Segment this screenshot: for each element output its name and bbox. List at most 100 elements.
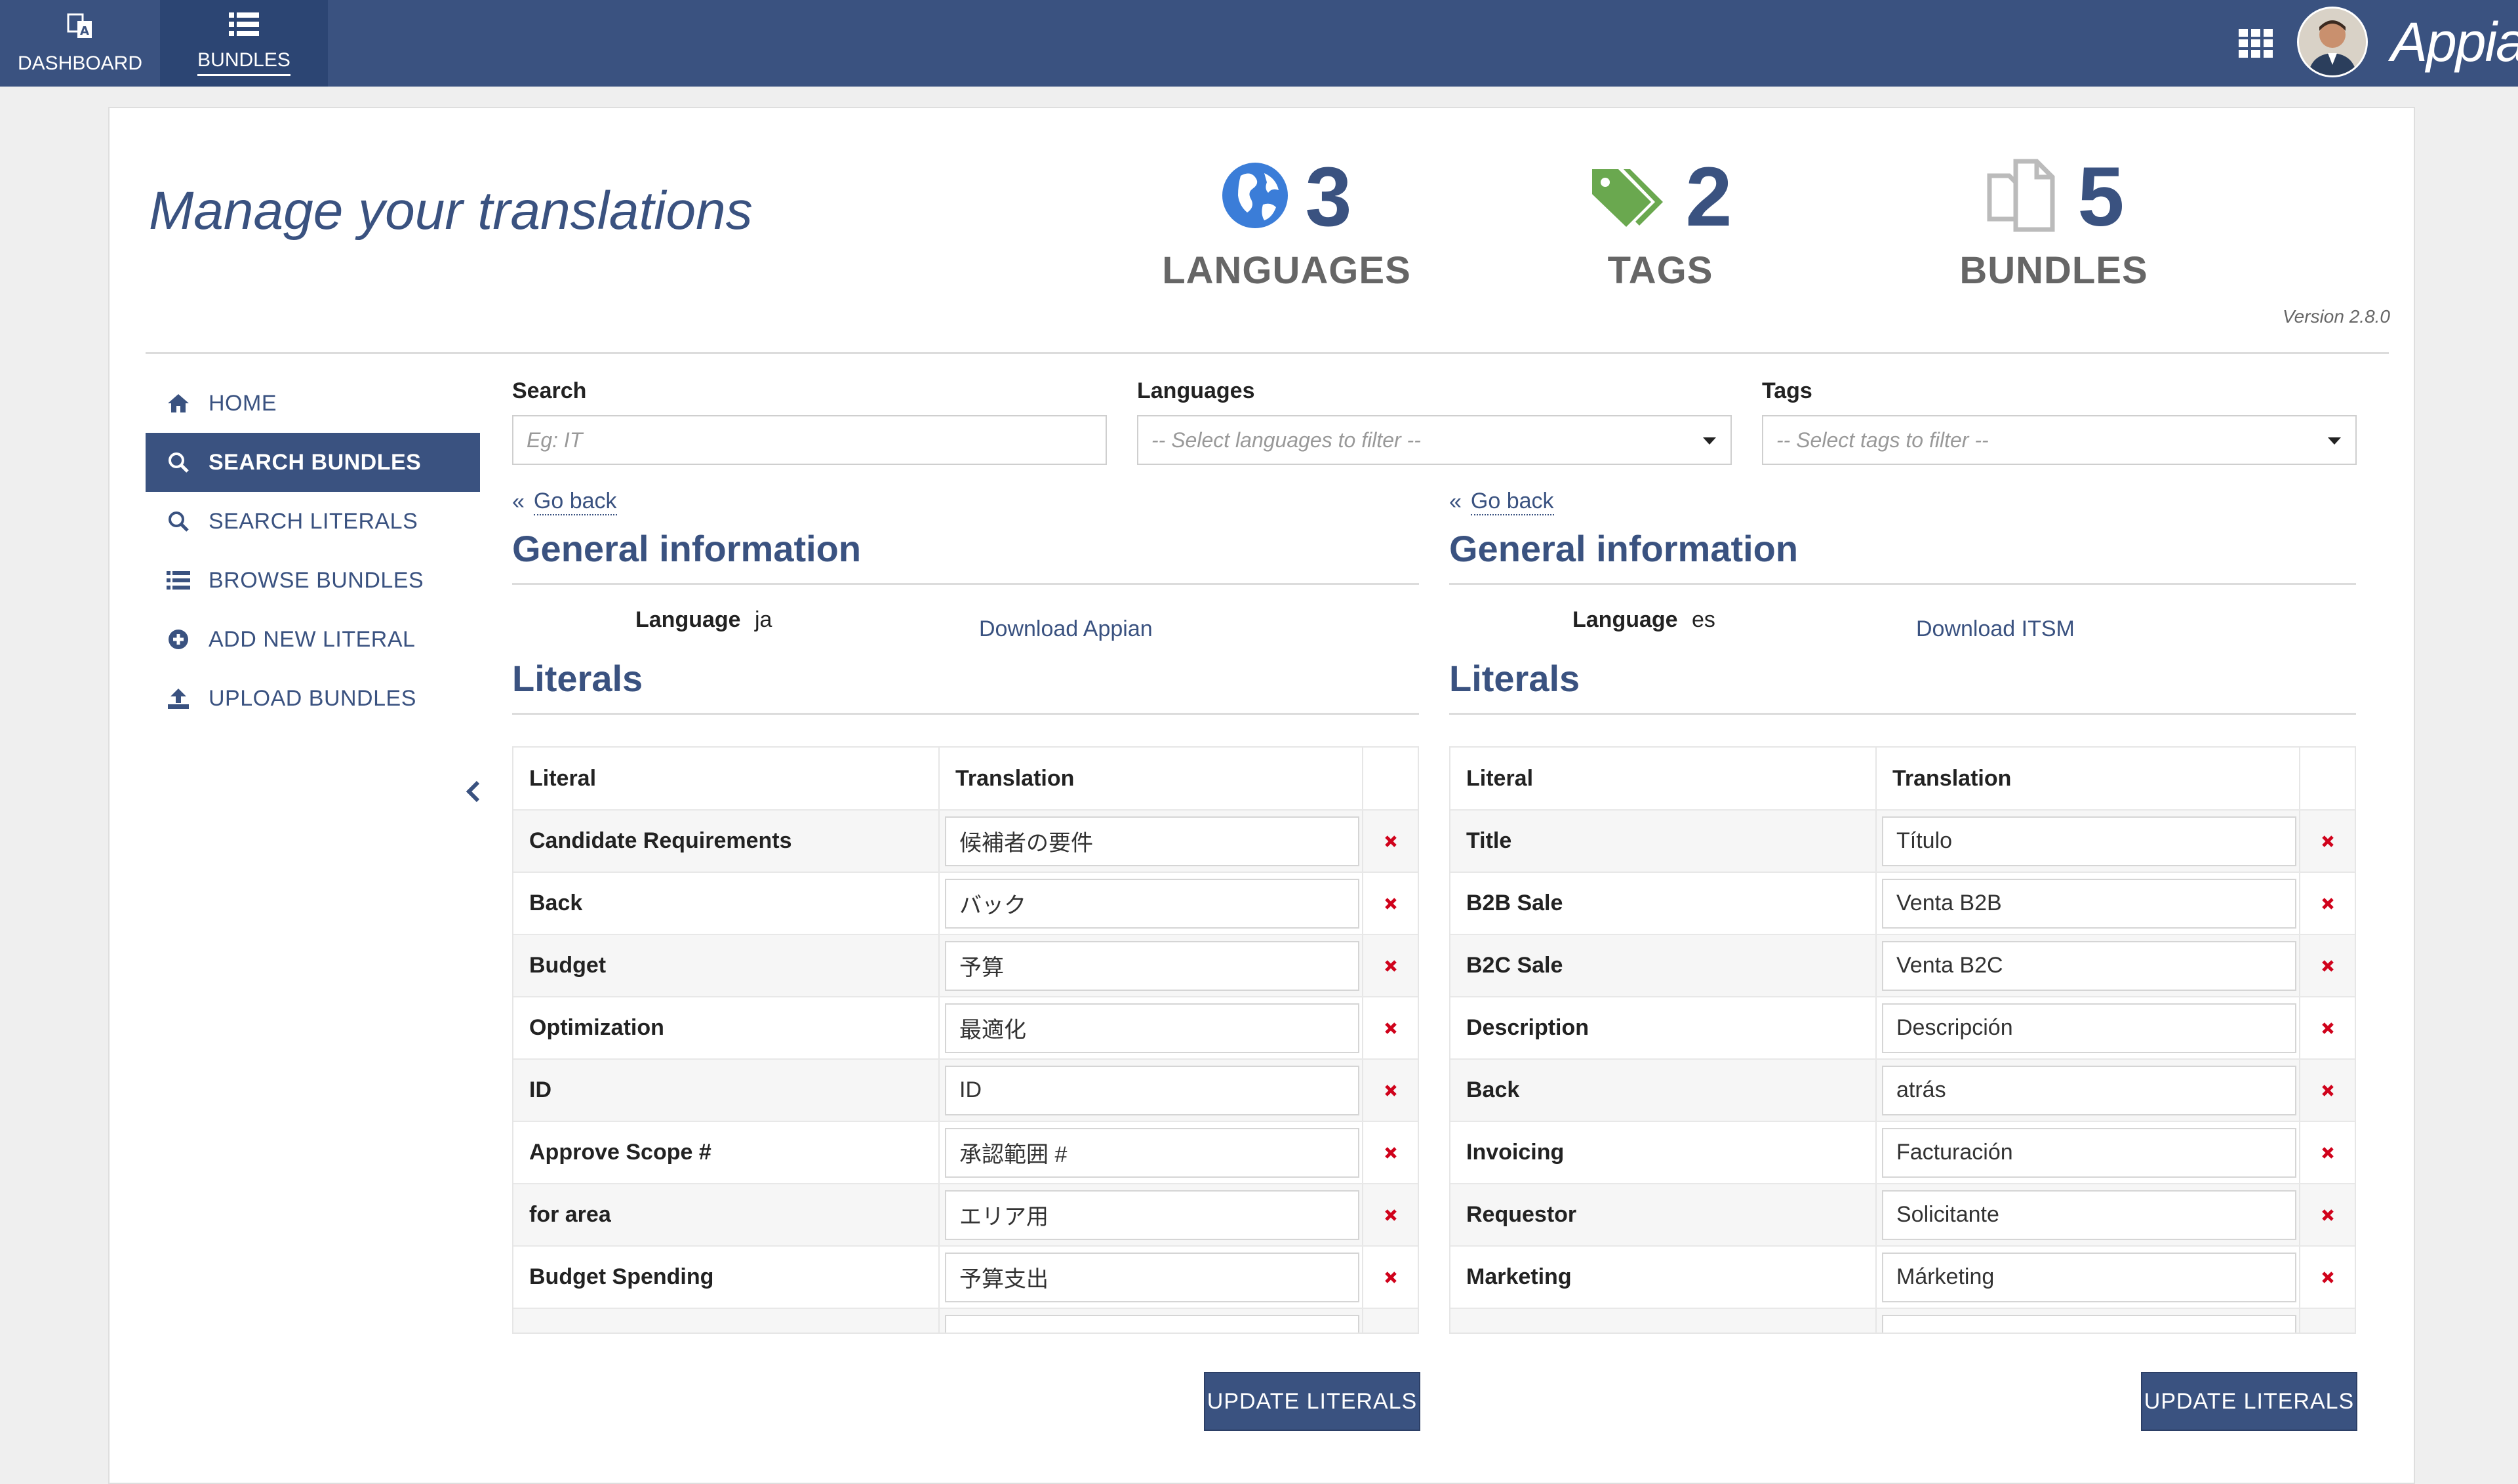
search-input[interactable]: Eg: IT bbox=[512, 415, 1107, 465]
stat-bundles: 5 BUNDLES bbox=[1939, 148, 2168, 292]
literal-key: Invoicing bbox=[1450, 1122, 1877, 1183]
bundle-panel-appian: « Go back General information Language j… bbox=[512, 489, 1419, 1334]
nav-dashboard[interactable]: A DASHBOARD bbox=[0, 0, 160, 87]
table-header: Literal Translation bbox=[513, 748, 1418, 811]
translation-value: Venta B2C bbox=[1896, 953, 2003, 978]
literal-key: B2B Sale bbox=[1450, 873, 1877, 934]
sidebar-item-add-new-literal[interactable]: ADD NEW LITERAL bbox=[146, 610, 480, 669]
table-row: Budget 予算 bbox=[513, 935, 1418, 997]
translation-input[interactable]: Descripción bbox=[1882, 1003, 2296, 1053]
literal-key: for area bbox=[513, 1184, 940, 1245]
update-literals-button[interactable]: UPDATE LITERALS bbox=[2141, 1372, 2357, 1431]
translation-input[interactable]: 承認範囲 # bbox=[945, 1127, 1359, 1178]
stat-tags-value: 2 bbox=[1685, 150, 1732, 244]
translation-input[interactable]: バック bbox=[945, 878, 1359, 929]
translation-input[interactable]: エリア用 bbox=[945, 1190, 1359, 1240]
delete-icon[interactable] bbox=[1363, 1122, 1418, 1183]
list-icon bbox=[165, 571, 191, 590]
delete-icon[interactable] bbox=[2300, 811, 2355, 872]
top-bar: A DASHBOARD BUNDLES Appian bbox=[0, 0, 2518, 87]
download-link[interactable]: Download Appian bbox=[979, 616, 1153, 642]
literals-title: Literals bbox=[1449, 658, 1580, 699]
search-icon bbox=[165, 510, 191, 532]
translation-input[interactable]: 候補者の要件 bbox=[945, 816, 1359, 866]
table-row: Approve Scope # 承認範囲 # bbox=[513, 1122, 1418, 1184]
table-row: Description Descripción bbox=[1450, 997, 2355, 1060]
languages-select[interactable]: -- Select languages to filter -- bbox=[1137, 415, 1732, 465]
table-row: Back atrás bbox=[1450, 1060, 2355, 1122]
stat-tags-label: TAGS bbox=[1607, 249, 1713, 292]
stat-languages-value: 3 bbox=[1305, 150, 1352, 244]
go-back-label: Go back bbox=[1470, 489, 1554, 515]
avatar[interactable] bbox=[2297, 7, 2368, 77]
delete-icon[interactable] bbox=[2300, 997, 2355, 1058]
translation-input[interactable]: Título bbox=[1882, 816, 2296, 866]
col-actions-header bbox=[2300, 748, 2355, 809]
table-row: Requestor Solicitante bbox=[1450, 1184, 2355, 1247]
sidebar-item-search-literals[interactable]: SEARCH LITERALS bbox=[146, 492, 480, 551]
translation-input[interactable]: atrás bbox=[1882, 1065, 2296, 1115]
globe-icon bbox=[1221, 161, 1289, 233]
grid-icon[interactable] bbox=[2239, 29, 2273, 58]
translation-input[interactable]: 予算 bbox=[945, 940, 1359, 991]
translation-value: 最適化 bbox=[959, 1018, 1026, 1043]
language-label: Language bbox=[635, 607, 741, 632]
nav-bundles[interactable]: BUNDLES bbox=[160, 0, 328, 87]
sidebar-item-search-bundles[interactable]: SEARCH BUNDLES bbox=[146, 433, 480, 492]
translation-input[interactable]: Facturación bbox=[1882, 1127, 2296, 1178]
translation-value: 候補者の要件 bbox=[959, 831, 1093, 856]
download-link[interactable]: Download ITSM bbox=[1916, 616, 2075, 642]
table-row: Title Título bbox=[1450, 811, 2355, 873]
collapse-chevron-icon[interactable] bbox=[464, 778, 483, 805]
delete-icon[interactable] bbox=[2300, 1122, 2355, 1183]
tags-select[interactable]: -- Select tags to filter -- bbox=[1762, 415, 2357, 465]
go-back-link[interactable]: « Go back bbox=[1449, 489, 2356, 515]
delete-icon[interactable] bbox=[1363, 935, 1418, 996]
translation-input[interactable]: Venta B2C bbox=[1882, 940, 2296, 991]
translation-input[interactable]: Solicitante bbox=[1882, 1190, 2296, 1240]
sidebar-item-upload-bundles[interactable]: UPLOAD BUNDLES bbox=[146, 669, 480, 728]
page-title: Manage your translations bbox=[149, 181, 753, 241]
delete-icon[interactable] bbox=[1363, 1247, 1418, 1308]
divider bbox=[146, 352, 2389, 354]
delete-icon[interactable] bbox=[1363, 811, 1418, 872]
general-information-title: General information bbox=[512, 528, 862, 569]
table-row-partial bbox=[1450, 1309, 2355, 1333]
delete-icon[interactable] bbox=[2300, 1184, 2355, 1245]
literal-key: Back bbox=[1450, 1060, 1877, 1121]
translation-input[interactable] bbox=[1882, 1314, 2296, 1333]
translation-input[interactable] bbox=[945, 1314, 1359, 1333]
delete-icon[interactable] bbox=[2300, 1060, 2355, 1121]
literals-table: Literal Translation Title Título B2B Sale… bbox=[1449, 746, 2356, 1334]
divider bbox=[1449, 713, 2356, 715]
literal-key: Approve Scope # bbox=[513, 1122, 940, 1183]
delete-icon[interactable] bbox=[1363, 997, 1418, 1058]
update-literals-button[interactable]: UPDATE LITERALS bbox=[1204, 1372, 1420, 1431]
sidebar-item-browse-bundles[interactable]: BROWSE BUNDLES bbox=[146, 551, 480, 610]
table-row: Optimization 最適化 bbox=[513, 997, 1418, 1060]
double-chevron-left-icon: « bbox=[1449, 489, 1462, 514]
delete-icon[interactable] bbox=[2300, 1247, 2355, 1308]
delete-icon[interactable] bbox=[1363, 873, 1418, 934]
literal-key: Budget bbox=[513, 935, 940, 996]
delete-icon[interactable] bbox=[2300, 935, 2355, 996]
brand-logo: Appian bbox=[2391, 11, 2518, 73]
translation-value: Descripción bbox=[1896, 1015, 2013, 1040]
translation-input[interactable]: ID bbox=[945, 1065, 1359, 1115]
delete-icon[interactable] bbox=[2300, 873, 2355, 934]
svg-text:A: A bbox=[80, 24, 89, 38]
table-row: Invoicing Facturación bbox=[1450, 1122, 2355, 1184]
translation-input[interactable]: 予算支出 bbox=[945, 1252, 1359, 1302]
translation-input[interactable]: Venta B2B bbox=[1882, 878, 2296, 929]
go-back-label: Go back bbox=[533, 489, 617, 515]
translation-value: 承認範囲 # bbox=[959, 1142, 1068, 1167]
sidebar-item-home[interactable]: HOME bbox=[146, 374, 480, 433]
table-row: Marketing Márketing bbox=[1450, 1247, 2355, 1309]
nav-dashboard-label: DASHBOARD bbox=[17, 52, 143, 74]
go-back-link[interactable]: « Go back bbox=[512, 489, 1419, 515]
delete-icon[interactable] bbox=[1363, 1184, 1418, 1245]
literals-title: Literals bbox=[512, 658, 643, 699]
translation-input[interactable]: 最適化 bbox=[945, 1003, 1359, 1053]
delete-icon[interactable] bbox=[1363, 1060, 1418, 1121]
translation-input[interactable]: Márketing bbox=[1882, 1252, 2296, 1302]
